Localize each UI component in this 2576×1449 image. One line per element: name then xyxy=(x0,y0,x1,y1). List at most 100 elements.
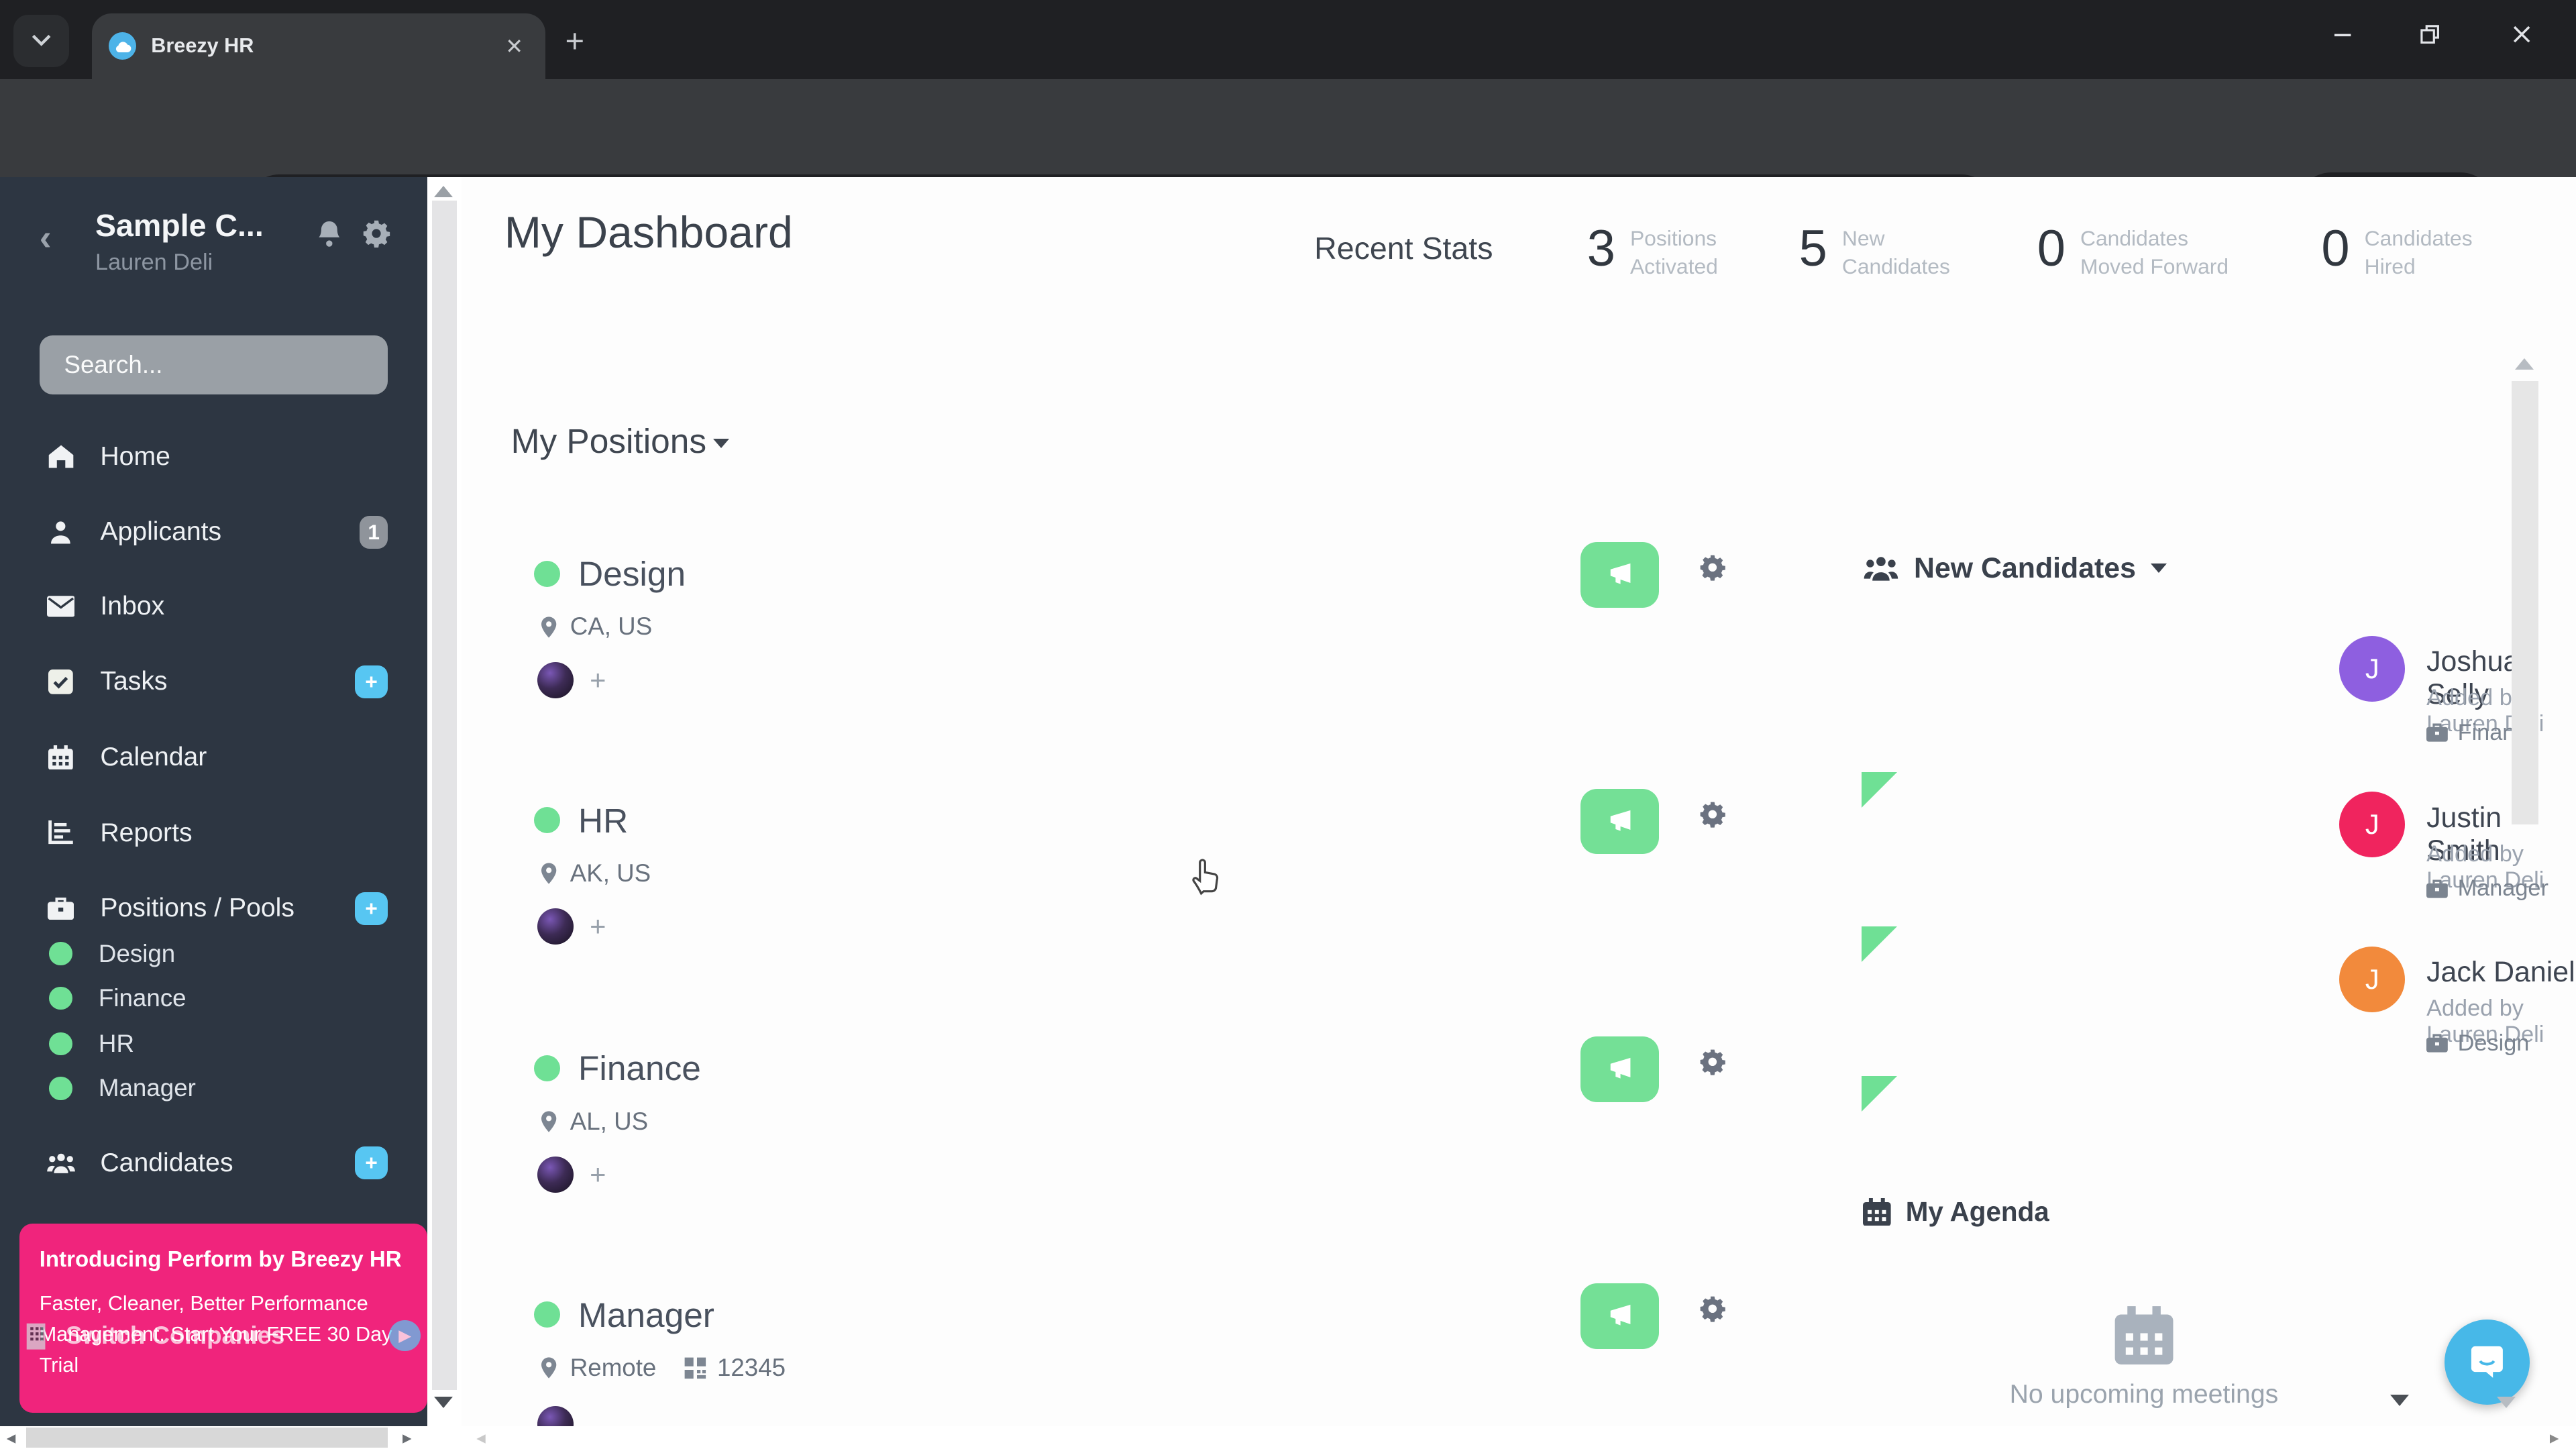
status-dot xyxy=(49,1077,72,1100)
sidebar-item-inbox[interactable]: Inbox xyxy=(0,582,427,631)
recent-stats-label: Recent Stats xyxy=(1314,230,1493,266)
sidebar-item-applicants[interactable]: Applicants 1 xyxy=(0,508,427,557)
switch-companies-label: Switch Companies xyxy=(65,1322,285,1349)
position-code-icon xyxy=(684,1357,706,1379)
active-status-dot xyxy=(533,1301,561,1328)
avatar[interactable] xyxy=(537,908,574,945)
positions-add-badge[interactable]: + xyxy=(355,892,388,925)
briefcase-icon xyxy=(46,897,76,920)
switch-companies-arrow-button[interactable]: ▶ xyxy=(389,1320,421,1352)
sidebar-position-finance[interactable]: Finance xyxy=(0,976,427,1020)
tab-search-button[interactable] xyxy=(13,15,69,68)
envelope-icon xyxy=(46,596,76,617)
scroll-right-icon[interactable]: ▸ xyxy=(402,1426,412,1449)
megaphone-icon xyxy=(1610,1058,1631,1079)
position-row-finance[interactable]: Finance xyxy=(533,1048,701,1088)
scroll-up-icon[interactable] xyxy=(433,185,453,197)
advertise-position-button[interactable] xyxy=(1580,542,1660,608)
candidate-avatar[interactable]: J xyxy=(2339,635,2406,702)
scroll-left-icon[interactable]: ◂ xyxy=(7,1426,16,1449)
scroll-up-icon[interactable] xyxy=(2515,358,2534,370)
tab-title: Breezy HR xyxy=(151,34,254,58)
browser-tab[interactable]: Breezy HR ✕ xyxy=(92,13,546,79)
candidate-avatar[interactable]: J xyxy=(2339,946,2406,1012)
position-settings-icon[interactable] xyxy=(1699,1048,1727,1083)
position-row-design[interactable]: Design xyxy=(533,553,686,594)
stat-new-candidates: 5 New Candidates xyxy=(1799,220,1950,279)
status-dot xyxy=(49,1032,72,1056)
sidebar-item-home[interactable]: Home xyxy=(0,432,427,481)
position-settings-icon[interactable] xyxy=(1699,553,1727,588)
position-location: Remote 12345 xyxy=(537,1354,786,1382)
agenda-empty-label: No upcoming meetings xyxy=(2009,1380,2279,1409)
scroll-right-icon[interactable]: ▸ xyxy=(2550,1426,2559,1449)
sidebar-scrollbar-thumb[interactable] xyxy=(432,200,457,1390)
advertise-position-button[interactable] xyxy=(1580,1036,1660,1103)
notifications-bell-icon[interactable] xyxy=(315,219,343,255)
scroll-down-icon[interactable] xyxy=(2390,1395,2410,1407)
window-minimize-button[interactable] xyxy=(2331,23,2354,52)
sidebar-item-tasks[interactable]: Tasks + xyxy=(0,657,427,706)
settings-gear-icon[interactable] xyxy=(362,219,391,255)
chevron-down-icon xyxy=(712,439,729,448)
sidebar-item-candidates[interactable]: Candidates + xyxy=(0,1138,427,1187)
page-title: My Dashboard xyxy=(504,207,793,258)
advertise-position-button[interactable] xyxy=(1580,788,1660,855)
avatar[interactable] xyxy=(537,1157,574,1193)
scroll-down-icon[interactable] xyxy=(433,1396,453,1408)
home-icon xyxy=(46,443,76,470)
browser-toolbar: app.breezy.hr/app/c/sample-company/home … xyxy=(0,78,2576,241)
position-team: + xyxy=(537,908,606,945)
new-candidate-flag xyxy=(1861,926,1897,962)
position-settings-icon[interactable] xyxy=(1699,1295,1727,1330)
position-team: + xyxy=(537,661,606,698)
horizontal-scrollbar-thumb[interactable] xyxy=(26,1428,388,1448)
screen: Breezy HR ✕ + app.breezy.hr/app/c/sample… xyxy=(0,0,2576,1449)
position-location: AL, US xyxy=(537,1108,648,1136)
position-team: + xyxy=(537,1157,606,1193)
company-name[interactable]: Sample C... xyxy=(95,207,264,244)
window-close-button[interactable] xyxy=(2510,23,2533,52)
candidates-add-badge[interactable]: + xyxy=(355,1146,388,1180)
add-member-button[interactable]: + xyxy=(590,910,606,943)
horizontal-scrollbar[interactable]: ◂ ▸ ◂ ▸ xyxy=(0,1426,2576,1449)
sidebar-item-positions-pools[interactable]: Positions / Pools + xyxy=(0,884,427,933)
scroll-down-icon[interactable] xyxy=(2497,1396,2516,1408)
help-chat-button[interactable] xyxy=(2445,1319,2530,1405)
sidebar-position-hr[interactable]: HR xyxy=(0,1022,427,1066)
my-positions-header[interactable]: My Positions xyxy=(511,421,729,461)
company-user-name: Lauren Deli xyxy=(95,250,213,276)
sidebar-collapse-button[interactable]: ‹ xyxy=(40,217,52,258)
window-restore-button[interactable] xyxy=(2418,23,2441,52)
mouse-cursor xyxy=(1185,854,1224,904)
briefcase-icon xyxy=(2426,1034,2448,1053)
avatar[interactable] xyxy=(537,1406,574,1426)
tab-close-icon[interactable]: ✕ xyxy=(499,34,529,59)
avatar[interactable] xyxy=(537,661,574,698)
switch-companies-item[interactable]: Switch Companies ▶ xyxy=(23,1314,427,1357)
sidebar-position-design[interactable]: Design xyxy=(0,932,427,976)
status-dot xyxy=(49,942,72,965)
promo-title: Introducing Perform by Breezy HR xyxy=(39,1246,402,1272)
new-candidates-header[interactable]: New Candidates xyxy=(1863,552,2167,585)
position-settings-icon[interactable] xyxy=(1699,800,1727,835)
position-row-manager[interactable]: Manager xyxy=(533,1295,714,1335)
position-row-hr[interactable]: HR xyxy=(533,800,628,841)
scroll-left-icon[interactable]: ◂ xyxy=(476,1426,486,1449)
empty-calendar-icon xyxy=(2114,1304,2174,1373)
advertise-position-button[interactable] xyxy=(1580,1283,1660,1349)
tasks-add-badge[interactable]: + xyxy=(355,665,388,698)
candidate-name[interactable]: Jack Daniel xyxy=(2426,956,2575,989)
add-member-button[interactable]: + xyxy=(590,1159,606,1191)
sidebar-item-calendar[interactable]: Calendar xyxy=(0,733,427,782)
add-member-button[interactable]: + xyxy=(590,664,606,696)
sidebar-item-reports[interactable]: Reports xyxy=(0,808,427,857)
location-pin-icon xyxy=(541,1357,557,1379)
stat-positions-activated: 3 Positions Activated xyxy=(1587,220,1718,279)
main-scrollbar-thumb[interactable] xyxy=(2512,381,2538,825)
people-icon xyxy=(46,1152,76,1175)
sidebar-position-manager[interactable]: Manager xyxy=(0,1066,427,1110)
candidate-avatar[interactable]: J xyxy=(2339,792,2406,858)
new-tab-button[interactable]: + xyxy=(565,23,584,60)
sidebar-search-input[interactable] xyxy=(39,335,388,394)
